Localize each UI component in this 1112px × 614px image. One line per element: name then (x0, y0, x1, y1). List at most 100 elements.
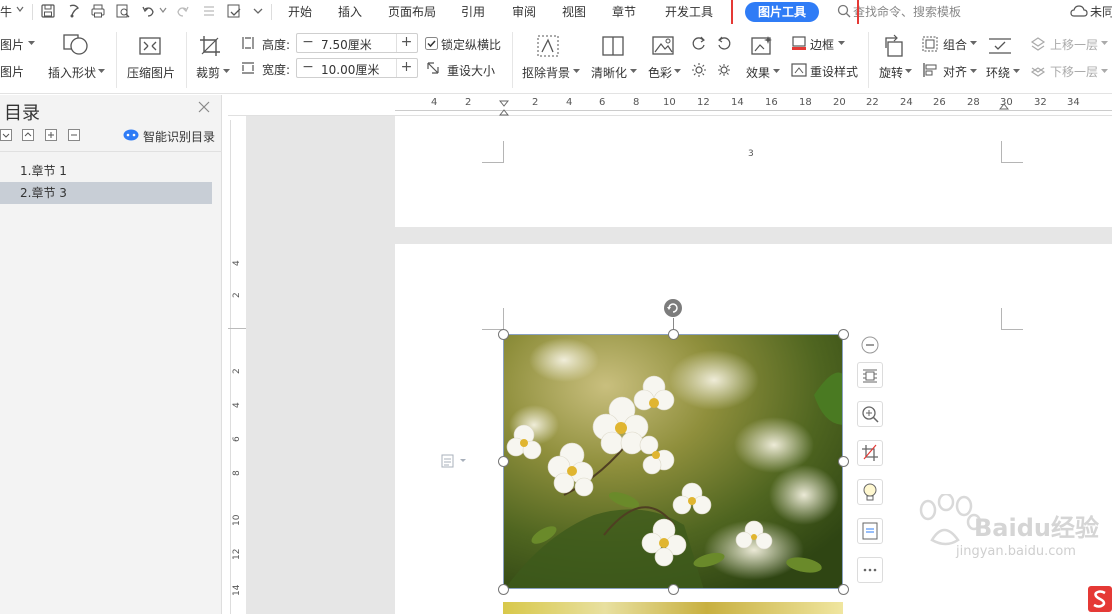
dropdown-icon[interactable] (1101, 40, 1108, 46)
close-icon[interactable] (198, 101, 210, 113)
dropdown-icon[interactable] (970, 68, 977, 74)
tab-home[interactable]: 开始 (288, 3, 312, 20)
reset-size-button[interactable]: 重设大小 (447, 62, 495, 79)
reset-style-button[interactable]: 重设样式 (810, 63, 858, 80)
decrease-button[interactable]: − (298, 59, 318, 77)
resize-handle-top[interactable] (668, 329, 679, 340)
resize-handle-top-left[interactable] (498, 329, 509, 340)
effects-button[interactable]: 效果 (746, 64, 770, 81)
rotate-button[interactable]: 旋转 (879, 64, 903, 81)
resize-handle-right[interactable] (838, 456, 849, 467)
width-field[interactable]: − 10.00厘米 + (296, 58, 418, 78)
smart-toc-icon[interactable] (123, 129, 139, 141)
compress-picture-button[interactable]: 压缩图片 (127, 64, 175, 81)
undo-icon[interactable] (141, 3, 157, 19)
format-painter-icon[interactable] (66, 3, 82, 19)
save-icon[interactable] (40, 3, 56, 19)
group-button[interactable]: 组合 (943, 36, 967, 53)
dropdown-icon[interactable] (223, 68, 230, 74)
crop-icon[interactable] (857, 440, 883, 466)
dropdown-icon[interactable] (159, 6, 167, 14)
smart-toc-button[interactable]: 智能识别目录 (143, 128, 215, 145)
more-options-icon[interactable] (857, 557, 883, 583)
brightness-icon[interactable] (691, 62, 707, 78)
add-icon[interactable] (45, 129, 57, 141)
dropdown-icon[interactable] (905, 68, 912, 74)
page-previous[interactable]: 3 (395, 116, 1112, 227)
remove-background-button[interactable]: 抠除背景 (522, 64, 570, 81)
crop-button[interactable]: 裁剪 (196, 64, 220, 81)
print-preview-icon[interactable] (115, 3, 131, 19)
print-icon[interactable] (90, 3, 106, 19)
tab-page-layout[interactable]: 页面布局 (388, 3, 436, 20)
remove-icon[interactable] (68, 129, 80, 141)
wrap-text-button[interactable]: 环绕 (986, 64, 1010, 81)
dropdown-icon[interactable] (773, 68, 780, 74)
expand-icon[interactable] (22, 129, 34, 141)
increase-button[interactable]: + (396, 34, 416, 52)
sync-status[interactable]: 未同 (1090, 3, 1112, 20)
tab-review[interactable]: 审阅 (512, 3, 536, 20)
file-menu[interactable]: 牛 (0, 3, 12, 20)
document-check-icon[interactable] (226, 3, 242, 19)
redo-icon[interactable] (174, 3, 190, 19)
dropdown-icon[interactable] (98, 68, 105, 74)
lock-ratio-checkbox[interactable] (425, 37, 438, 50)
contrast-icon[interactable] (716, 62, 732, 78)
tab-references[interactable]: 引用 (461, 3, 485, 20)
height-value[interactable]: 7.50厘米 (321, 36, 372, 53)
dropdown-icon[interactable] (1101, 68, 1108, 74)
vertical-ruler[interactable]: 4 2 2 4 6 8 10 12 14 (228, 120, 246, 614)
border-button[interactable]: 边框 (810, 36, 834, 53)
dropdown-icon[interactable] (838, 40, 845, 46)
search-input[interactable]: 查找命令、搜索模板 (853, 3, 961, 20)
picture-to-text-icon[interactable] (857, 518, 883, 544)
right-indent-marker[interactable] (999, 100, 1009, 110)
toc-item[interactable]: 1.章节 1 (0, 160, 212, 182)
dropdown-icon[interactable] (630, 68, 637, 74)
insert-shape-button[interactable]: 插入形状 (48, 64, 96, 81)
rotate-right-icon[interactable] (716, 36, 732, 52)
app-badge-icon[interactable] (1088, 586, 1112, 612)
list-icon[interactable] (201, 3, 217, 19)
width-value[interactable]: 10.00厘米 (321, 61, 379, 78)
selected-picture[interactable] (503, 334, 843, 589)
cloud-sync-icon[interactable] (1070, 4, 1088, 20)
zoom-in-icon[interactable] (857, 401, 883, 427)
paragraph-icon[interactable] (441, 454, 469, 468)
tab-insert[interactable]: 插入 (338, 3, 362, 20)
lock-ratio-label[interactable]: 锁定纵横比 (441, 36, 501, 53)
dropdown-icon[interactable] (16, 5, 24, 13)
rotate-handle-icon[interactable] (663, 298, 683, 318)
color-button[interactable]: 色彩 (648, 64, 672, 81)
dropdown-icon[interactable] (1013, 68, 1020, 74)
dropdown-icon[interactable] (573, 68, 580, 74)
dropdown-icon[interactable] (970, 40, 977, 46)
height-field[interactable]: − 7.50厘米 + (296, 33, 418, 53)
increase-button[interactable]: + (396, 59, 416, 77)
sharpen-button[interactable]: 清晰化 (591, 64, 627, 81)
resize-handle-bottom-right[interactable] (838, 584, 849, 595)
more-icon[interactable] (253, 6, 263, 16)
toc-item-selected[interactable]: 2.章节 3 (0, 182, 212, 204)
horizontal-ruler[interactable]: 4 2 2 4 6 8 10 12 14 16 18 20 22 24 26 2… (395, 94, 1112, 116)
change-picture-button[interactable]: 图片 (0, 63, 24, 80)
dropdown-icon[interactable] (674, 68, 681, 74)
insert-picture-button[interactable]: 图片 (0, 36, 24, 53)
indent-marker[interactable] (499, 100, 509, 116)
decrease-button[interactable]: − (298, 34, 318, 52)
align-button[interactable]: 对齐 (943, 63, 967, 80)
tab-developer[interactable]: 开发工具 (665, 3, 713, 20)
document-canvas[interactable]: 3 Baidu经验 jingyan.baidu.com (246, 116, 1112, 614)
resize-handle-top-right[interactable] (838, 329, 849, 340)
layout-options-button[interactable] (857, 362, 883, 388)
idea-icon[interactable] (857, 479, 883, 505)
rotate-left-icon[interactable] (691, 36, 707, 52)
bring-forward-button[interactable]: 上移一层 (1050, 36, 1098, 53)
resize-handle-bottom-left[interactable] (498, 584, 509, 595)
tab-view[interactable]: 视图 (562, 3, 586, 20)
tab-chapter[interactable]: 章节 (612, 3, 636, 20)
resize-handle-bottom[interactable] (668, 584, 679, 595)
dropdown-icon[interactable] (28, 40, 35, 46)
collapse-all-icon[interactable] (0, 129, 12, 141)
